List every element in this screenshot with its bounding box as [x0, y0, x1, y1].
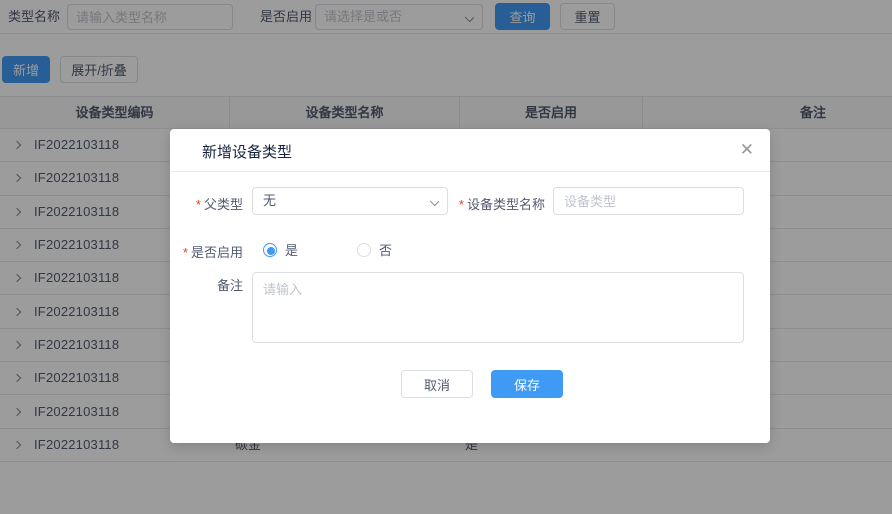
modal-title: 新增设备类型	[202, 141, 292, 162]
chevron-down-icon	[430, 197, 439, 206]
remark-label: 备注	[170, 275, 243, 294]
parent-type-select[interactable]: 无	[252, 187, 448, 215]
radio-unselected-icon	[357, 243, 371, 257]
required-mark: *	[459, 197, 464, 212]
add-device-type-modal: 新增设备类型 ✕ *父类型 无 *设备类型名称 *是否启用 是 否 备注 取消 …	[170, 129, 770, 443]
save-button[interactable]: 保存	[491, 370, 563, 398]
device-type-name-input[interactable]	[553, 187, 744, 215]
parent-type-select-value: 无	[263, 193, 276, 208]
close-icon[interactable]: ✕	[740, 139, 754, 161]
required-mark: *	[183, 245, 188, 260]
device-type-page: 类型名称 是否启用 请选择是或否 查询 重置 新增 展开/折叠 设备类型编码 设…	[0, 0, 892, 514]
radio-selected-icon	[263, 243, 277, 257]
remark-textarea[interactable]	[252, 272, 744, 343]
radio-no-label: 否	[379, 240, 392, 259]
parent-type-label: *父类型	[170, 194, 243, 213]
modal-header: 新增设备类型 ✕	[170, 129, 770, 172]
cancel-button[interactable]: 取消	[401, 370, 473, 398]
radio-yes-label: 是	[285, 240, 298, 259]
radio-no[interactable]: 否	[357, 240, 392, 259]
device-type-name-label: *设备类型名称	[448, 194, 545, 213]
radio-yes[interactable]: 是	[263, 240, 298, 259]
enabled-label: *是否启用	[170, 242, 243, 261]
required-mark: *	[196, 197, 201, 212]
